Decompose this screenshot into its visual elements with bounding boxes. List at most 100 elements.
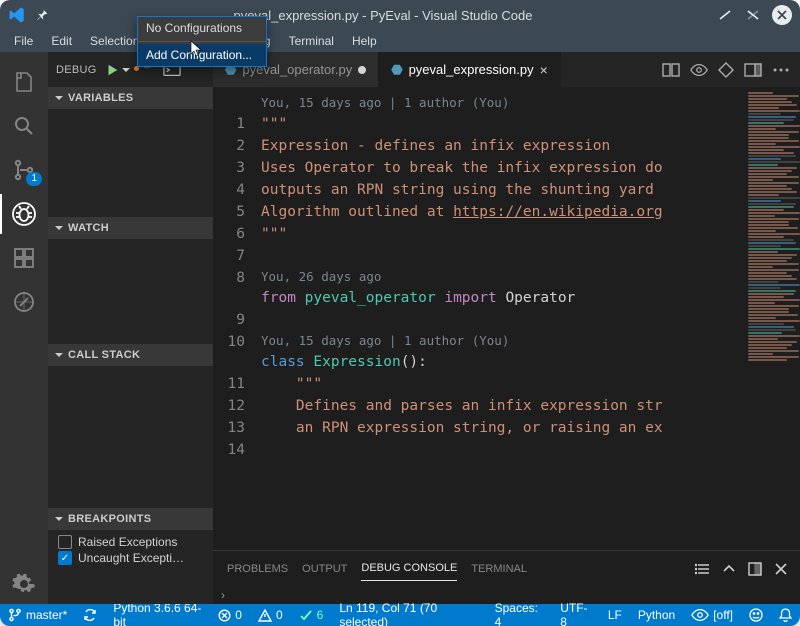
line-number: 5 — [213, 201, 245, 223]
status-label: master* — [26, 608, 67, 622]
chevron-up-icon[interactable] — [722, 562, 736, 576]
filter-icon[interactable] — [694, 562, 710, 576]
watch-section-header[interactable]: WATCH — [48, 217, 213, 239]
status-item[interactable] — [771, 601, 800, 626]
breakpoints-label: BREAKPOINTS — [68, 513, 151, 525]
more-icon[interactable] — [772, 62, 790, 78]
breakpoint-row[interactable]: Raised Exceptions — [54, 534, 207, 550]
title-bar: pyeval_expression.py - PyEval - Visual S… — [0, 0, 800, 30]
gutter: 12345678 910 11121314 — [213, 87, 253, 550]
warning-icon — [258, 609, 272, 622]
status-item[interactable] — [75, 601, 105, 626]
checkbox[interactable] — [58, 535, 72, 549]
status-item[interactable]: 0 — [210, 601, 250, 626]
liveshare-icon[interactable] — [0, 282, 48, 322]
status-label: Spaces: 4 — [495, 601, 545, 626]
work-area: 1 DEBUG — [0, 52, 800, 604]
vscode-logo-icon — [8, 6, 26, 24]
status-item[interactable] — [741, 601, 771, 626]
line-number: 3 — [213, 157, 245, 179]
error-icon — [218, 609, 231, 622]
status-item[interactable]: Python — [630, 601, 683, 626]
gear-icon[interactable] — [0, 564, 48, 604]
call-stack-section — [48, 366, 213, 508]
line-number: 8 — [213, 267, 245, 289]
line-number: 2 — [213, 135, 245, 157]
panel-tab-terminal[interactable]: TERMINAL — [471, 557, 527, 581]
activity-bar: 1 — [0, 52, 48, 604]
maximize-icon[interactable] — [748, 562, 762, 576]
codelens[interactable]: You, 26 days ago — [261, 267, 744, 287]
status-item[interactable]: 0 — [250, 601, 291, 626]
extensions-icon[interactable] — [0, 238, 48, 278]
close-tab-icon[interactable]: × — [540, 62, 548, 78]
line-number: 7 — [213, 245, 245, 267]
status-label: 0 — [235, 608, 242, 622]
status-item[interactable]: 6 — [291, 601, 332, 626]
menu-file[interactable]: File — [6, 32, 41, 50]
start-debug-button[interactable] — [105, 63, 131, 77]
minimap[interactable] — [744, 87, 800, 550]
editor-body[interactable]: 12345678 910 11121314 You, 15 days ago |… — [213, 87, 800, 550]
status-item[interactable]: [off] — [683, 601, 741, 626]
call-stack-section-header[interactable]: CALL STACK — [48, 344, 213, 366]
editor-column: ⬣pyeval_operator.py⬣pyeval_expression.py… — [213, 52, 800, 604]
panel-tab-problems[interactable]: PROBLEMS — [227, 557, 288, 581]
mouse-cursor-icon — [190, 40, 206, 58]
breakpoint-row[interactable]: ✓ Uncaught Excepti… — [54, 550, 207, 566]
variables-section-header[interactable]: VARIABLES — [48, 87, 213, 109]
check-icon — [299, 609, 313, 622]
split-right-icon[interactable] — [744, 62, 762, 78]
line-number: 6 — [213, 223, 245, 245]
line-number: 13 — [213, 417, 245, 439]
menu-edit[interactable]: Edit — [43, 32, 80, 50]
codelens[interactable]: You, 15 days ago | 1 author (You) — [261, 331, 744, 351]
bell-icon — [779, 608, 792, 622]
status-label: LF — [608, 608, 622, 622]
dropdown-no-config[interactable]: No Configurations — [138, 17, 266, 39]
debug-panel-title: DEBUG — [56, 64, 97, 76]
line-number: 10 — [213, 331, 245, 353]
status-label: 0 — [276, 608, 283, 622]
variables-label: VARIABLES — [68, 92, 133, 104]
close-window-icon[interactable] — [772, 5, 792, 25]
line-number: 11 — [213, 373, 245, 395]
status-item[interactable]: Spaces: 4 — [487, 601, 553, 626]
status-item[interactable]: LF — [600, 601, 630, 626]
pin-icon[interactable] — [34, 7, 50, 23]
editor-tab[interactable]: ⬣ pyeval_expression.py × — [379, 52, 561, 87]
status-item[interactable]: master* — [0, 601, 75, 626]
debug-side-panel: DEBUG VARIABLES WATC — [48, 52, 213, 604]
tab-label: pyeval_expression.py — [409, 62, 534, 77]
maximize-icon[interactable] — [744, 6, 762, 24]
debug-icon[interactable] — [0, 194, 48, 234]
status-label: 6 — [317, 608, 324, 622]
menu-terminal[interactable]: Terminal — [281, 32, 342, 50]
panel-tab-debug-console[interactable]: DEBUG CONSOLE — [361, 556, 457, 581]
status-bar: master* Python 3.6.6 64-bit 0 0 6 Ln 119, Co… — [0, 604, 800, 626]
python-file-icon: ⬣ — [391, 62, 402, 78]
minimize-icon[interactable] — [716, 6, 734, 24]
codelens[interactable]: You, 15 days ago | 1 author (You) — [261, 93, 744, 113]
status-item[interactable]: UTF-8 — [552, 601, 600, 626]
code-area[interactable]: You, 15 days ago | 1 author (You)"""Expr… — [253, 87, 744, 550]
checkbox[interactable]: ✓ — [58, 551, 72, 565]
status-item[interactable]: Ln 119, Col 71 (70 selected) — [331, 601, 486, 626]
badge: 1 — [26, 172, 42, 186]
eye-icon[interactable] — [690, 62, 708, 78]
breakpoints-section-header[interactable]: BREAKPOINTS — [48, 508, 213, 530]
search-icon[interactable] — [0, 106, 48, 146]
status-item[interactable]: Python 3.6.6 64-bit — [105, 601, 210, 626]
line-number: 4 — [213, 179, 245, 201]
panel-tab-output[interactable]: OUTPUT — [302, 557, 347, 581]
breakpoint-label: Uncaught Excepti… — [78, 551, 184, 565]
explorer-icon[interactable] — [0, 62, 48, 102]
close-icon[interactable] — [774, 562, 788, 576]
menu-help[interactable]: Help — [344, 32, 385, 50]
diamond-icon[interactable] — [718, 62, 734, 78]
status-label: Ln 119, Col 71 (70 selected) — [339, 601, 478, 626]
menu-bar: FileEditSelectionViewGoDebugTerminalHelp — [0, 30, 800, 52]
source-control-icon[interactable]: 1 — [0, 150, 48, 190]
variables-section — [48, 109, 213, 217]
split-copilot-icon[interactable] — [662, 62, 680, 78]
